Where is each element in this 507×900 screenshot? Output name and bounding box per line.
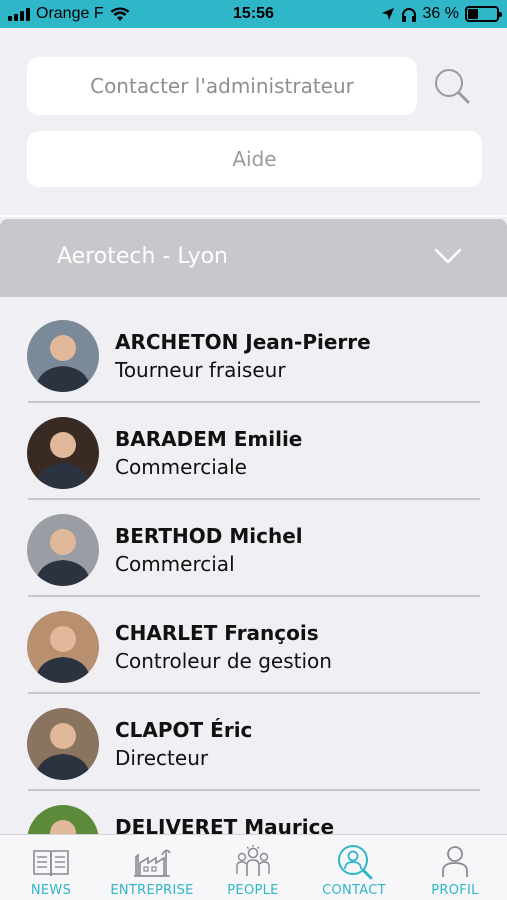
person-name: BARADEM Emilie (115, 427, 303, 451)
help-button[interactable]: Aide (27, 131, 482, 187)
list-item[interactable]: CLAPOT Éric Directeur (0, 694, 507, 791)
help-label: Aide (232, 147, 277, 171)
headphones-icon (401, 7, 416, 22)
search-input[interactable]: Contacter l'administrateur (27, 57, 417, 115)
section-divider (0, 215, 507, 217)
factory-icon (134, 849, 171, 877)
tab-entreprise[interactable]: ENTREPRISE (105, 835, 199, 900)
tab-label: PEOPLE (227, 883, 279, 898)
tab-people[interactable]: PEOPLE (212, 835, 294, 900)
people-list: ARCHETON Jean-Pierre Tourneur fraiseur B… (0, 306, 507, 834)
person-role: Commerciale (115, 455, 247, 479)
person-name: CLAPOT Éric (115, 718, 253, 742)
location-arrow-icon (381, 8, 394, 20)
newspaper-icon (33, 850, 69, 877)
tab-label: PROFIL (431, 883, 479, 898)
avatar (27, 320, 99, 392)
search-placeholder: Contacter l'administrateur (90, 74, 354, 98)
site-selector-value: Aerotech - Lyon (57, 244, 229, 269)
person-role: Directeur (115, 746, 209, 770)
tab-news[interactable]: NEWS (10, 835, 92, 900)
tab-contact[interactable]: CONTACT (312, 835, 396, 900)
tab-profil[interactable]: PROFIL (414, 835, 496, 900)
contact-search-icon (338, 845, 373, 880)
site-selector[interactable]: Aerotech - Lyon (0, 219, 507, 297)
chevron-down-icon (434, 248, 462, 264)
tab-bar: NEWS ENTREPRISE PEOPLE CONTACT PROFIL (0, 834, 507, 900)
tab-label: CONTACT (322, 883, 386, 898)
list-item[interactable]: CHARLET François Controleur de gestion (0, 597, 507, 694)
person-role: Controleur de gestion (115, 649, 332, 673)
battery-percent: 36 % (422, 5, 459, 22)
person-name: ARCHETON Jean-Pierre (115, 330, 371, 354)
profile-icon (442, 846, 468, 877)
battery-icon (465, 6, 502, 22)
avatar (27, 514, 99, 586)
person-name: BERTHOD Michel (115, 524, 303, 548)
avatar (27, 805, 99, 834)
search-button[interactable] (430, 64, 474, 108)
people-icon (236, 845, 270, 876)
person-role: Tourneur fraiseur (115, 358, 286, 382)
status-right: 36 % (381, 5, 502, 23)
list-item[interactable]: ARCHETON Jean-Pierre Tourneur fraiseur (0, 306, 507, 403)
list-item[interactable]: DELIVERET Maurice (0, 791, 507, 834)
status-bar: Orange F 15:56 36 % (0, 0, 507, 28)
person-name: DELIVERET Maurice (115, 815, 335, 834)
person-role: Commercial (115, 552, 235, 576)
avatar (27, 708, 99, 780)
avatar (27, 611, 99, 683)
battery-level (468, 9, 479, 19)
list-item[interactable]: BERTHOD Michel Commercial (0, 500, 507, 597)
search-icon (435, 69, 470, 104)
tab-label: ENTREPRISE (110, 883, 194, 898)
person-name: CHARLET François (115, 621, 319, 645)
tab-label: NEWS (30, 883, 72, 898)
avatar (27, 417, 99, 489)
list-item[interactable]: BARADEM Emilie Commerciale (0, 403, 507, 500)
